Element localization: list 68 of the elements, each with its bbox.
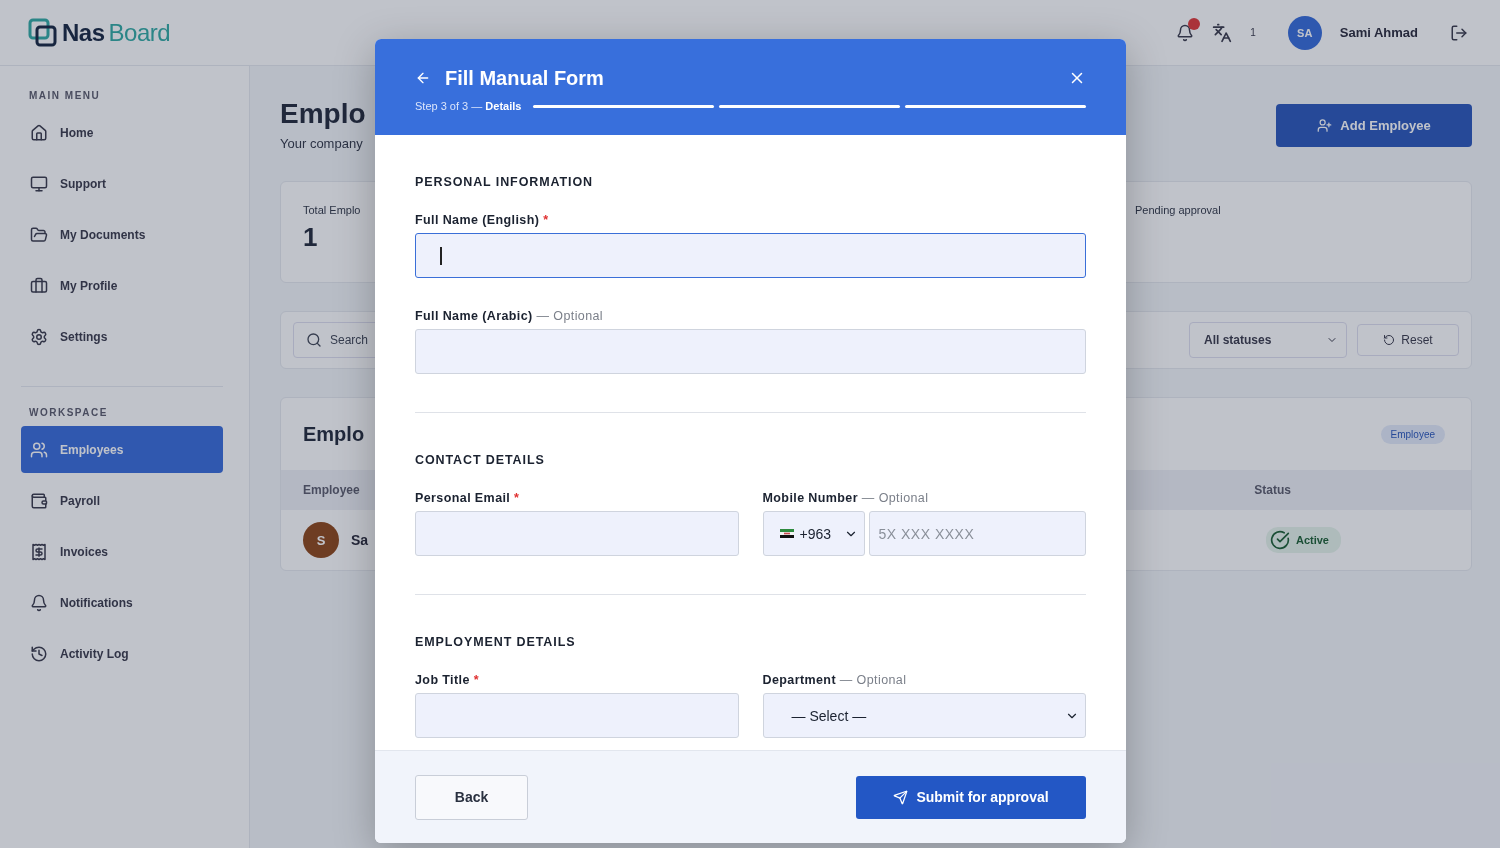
bell-icon[interactable] — [1176, 23, 1195, 42]
stat-label: Total Emplo — [303, 204, 361, 216]
sidebar-item[interactable]: Invoices — [21, 528, 223, 575]
sidebar-item[interactable]: Notifications — [21, 579, 223, 626]
field-label: Job Title * — [415, 673, 480, 687]
user-avatar[interactable]: SA — [1287, 15, 1322, 50]
wallet-icon — [30, 491, 48, 510]
dialog-title: Fill Manual Form — [445, 66, 605, 90]
section-title: MAIN MENU — [29, 90, 102, 101]
sidebar-item[interactable]: My Profile — [21, 262, 223, 309]
monitor-icon — [30, 174, 48, 193]
settings-icon — [30, 327, 48, 346]
add-user-icon — [1317, 118, 1333, 133]
add-employee-button[interactable]: Add Employee — [1276, 104, 1472, 147]
employee-avatar: S — [303, 522, 339, 558]
language-count: 1 — [1250, 27, 1256, 38]
field-label: Department — Optional — [762, 673, 908, 687]
text-cursor — [440, 246, 442, 265]
sidebar-item[interactable]: Payroll — [21, 477, 223, 524]
step-indicator: Step 3 of 3 — Details — [415, 100, 522, 112]
field-label: Full Name (Arabic) — Optional — [415, 309, 605, 323]
logo: Nas Board — [28, 17, 171, 48]
logout-icon[interactable] — [1450, 23, 1468, 42]
history-icon — [30, 644, 48, 663]
page-title: Emplo — [280, 98, 366, 130]
people-icon — [30, 440, 48, 459]
country-code-select[interactable]: +963 — [762, 511, 865, 556]
section-title: WORKSPACE — [29, 407, 109, 418]
field-label: Personal Email * — [415, 491, 521, 505]
receipt-icon — [30, 542, 48, 561]
page-subtitle: Your company — [280, 136, 364, 151]
text-field[interactable] — [415, 233, 1086, 278]
sidebar-item[interactable]: My Documents — [21, 211, 223, 258]
submit-button[interactable]: Submit for approval — [856, 775, 1086, 819]
bell-icon — [30, 593, 48, 612]
section-heading: CONTACT DETAILS — [415, 453, 546, 467]
sidebar-item[interactable]: Home — [21, 109, 223, 156]
flag-icon — [779, 529, 794, 538]
department-select[interactable]: — Select — — [762, 693, 1086, 738]
field-label: Mobile Number — Optional — [762, 491, 930, 505]
send-icon — [893, 789, 909, 805]
stat-label: Pending approval — [1135, 204, 1222, 216]
sidebar-item[interactable]: Support — [21, 160, 223, 207]
folder-icon — [30, 225, 48, 244]
home-icon — [30, 123, 48, 142]
back-button[interactable]: Back — [415, 774, 528, 820]
status-badge: Active — [1265, 527, 1341, 553]
field-label: Full Name (English) * — [415, 213, 550, 227]
reset-icon — [1383, 334, 1396, 346]
sidebar-item[interactable]: Employees — [21, 426, 223, 473]
reset-button[interactable]: Reset — [1357, 324, 1459, 356]
role-badge: Employee — [1380, 424, 1445, 444]
briefcase-icon — [30, 276, 48, 295]
employee-name: Sa — [351, 532, 369, 548]
check-icon — [1269, 530, 1290, 550]
back-arrow-icon[interactable] — [415, 70, 431, 86]
stat-value: 1 — [303, 222, 319, 253]
status-select[interactable]: All statuses — [1189, 322, 1347, 358]
table-title: Emplo — [303, 422, 365, 446]
user-name: Sami Ahmad — [1339, 25, 1418, 40]
section-heading: PERSONAL INFORMATION — [415, 175, 594, 189]
search-icon — [306, 332, 322, 348]
sidebar-item[interactable]: Activity Log — [21, 630, 223, 677]
logo-icon — [28, 17, 58, 48]
sidebar-item[interactable]: Settings — [21, 313, 223, 360]
translate-icon[interactable] — [1212, 22, 1233, 43]
section-heading: EMPLOYMENT DETAILS — [415, 635, 577, 649]
country-code: +963 — [799, 525, 833, 542]
